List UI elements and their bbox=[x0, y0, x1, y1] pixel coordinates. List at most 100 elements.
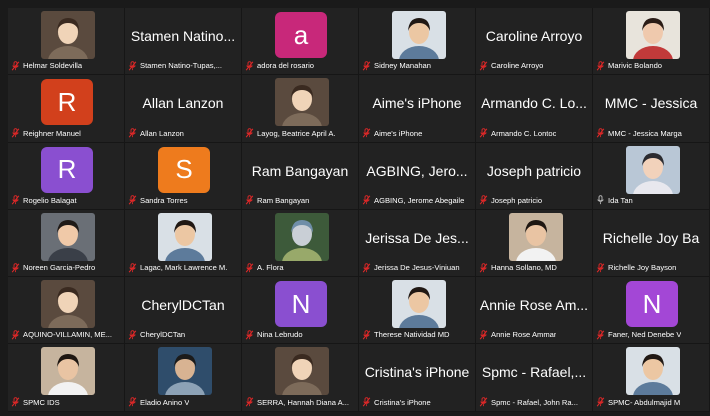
participant-tile[interactable]: Jerissa De Jes... Jerissa De Jesus-Viniua… bbox=[359, 209, 476, 278]
participant-display-name: Aime's iPhone bbox=[372, 95, 462, 112]
participant-name: Caroline Arroyo bbox=[491, 61, 544, 71]
participant-name: Joseph patricio bbox=[491, 195, 543, 205]
participant-tile[interactable]: Allan Lanzon Allan Lanzon bbox=[125, 75, 242, 143]
participant-tile[interactable]: Armando C. Lo... Armando C. Lontoc bbox=[476, 75, 593, 143]
participant-label: SPMC- Abdulmajid M bbox=[593, 397, 709, 408]
participant-tile[interactable]: Spmc - Rafael,... Spmc - Rafael, John Ra.… bbox=[476, 344, 593, 412]
participant-tile[interactable]: A. Flora bbox=[242, 209, 359, 278]
participant-display-name: Caroline Arroyo bbox=[485, 28, 583, 44]
participant-video bbox=[392, 280, 446, 329]
participant-label: Ida Tan bbox=[593, 195, 709, 206]
participant-tile[interactable]: Ida Tan bbox=[593, 142, 710, 210]
participant-name: Ram Bangayan bbox=[257, 195, 310, 205]
mic-muted-icon bbox=[362, 397, 371, 407]
participant-tile[interactable]: SPMC- Abdulmajid M bbox=[593, 344, 710, 412]
participant-label: Aime's iPhone bbox=[359, 128, 475, 139]
participant-video bbox=[275, 212, 329, 261]
participant-name: SERRA, Hannah Diana A... bbox=[257, 397, 350, 407]
mic-muted-icon bbox=[128, 397, 137, 407]
participant-display-name: Armando C. Lo... bbox=[481, 95, 587, 112]
participant-name: AGBING, Jerome Abegaile bbox=[374, 195, 465, 205]
mic-muted-icon bbox=[479, 128, 488, 138]
participant-display-name: AGBING, Jero... bbox=[366, 162, 468, 179]
participant-video bbox=[275, 347, 329, 396]
participant-tile[interactable]: Hanna Sollano, MD bbox=[476, 209, 593, 278]
participant-label: Therese Natividad MD bbox=[359, 329, 475, 340]
mic-muted-icon bbox=[362, 195, 371, 205]
mic-muted-icon bbox=[245, 330, 254, 340]
participant-label: Hanna Sollano, MD bbox=[476, 262, 592, 273]
participant-tile[interactable]: Sidney Manahan bbox=[359, 8, 476, 76]
participant-tile[interactable]: S Sandra Torres bbox=[125, 142, 242, 210]
mic-muted-icon bbox=[245, 195, 254, 205]
participant-label: adora del rosario bbox=[242, 60, 358, 71]
participant-avatar: N bbox=[626, 281, 678, 328]
participant-tile[interactable]: Marivic Bolando bbox=[593, 8, 710, 76]
participant-video bbox=[275, 78, 329, 127]
participant-tile[interactable]: N Nina Lebrudo bbox=[242, 277, 359, 345]
participant-tile[interactable]: SPMC IDS bbox=[8, 344, 125, 412]
participant-tile[interactable]: AGBING, Jero... AGBING, Jerome Abegaile bbox=[359, 142, 476, 210]
participant-name: Cristina's iPhone bbox=[374, 397, 431, 407]
mic-muted-icon bbox=[362, 61, 371, 71]
mic-muted-icon bbox=[11, 61, 20, 71]
participant-video bbox=[626, 11, 680, 59]
mic-muted-icon bbox=[11, 128, 20, 138]
mic-icon bbox=[597, 195, 604, 205]
participant-name: Reighner Manuel bbox=[23, 128, 81, 138]
participant-tile[interactable]: CherylDCTan CherylDCTan bbox=[125, 277, 242, 345]
participant-display-name: Jerissa De Jes... bbox=[365, 229, 469, 246]
participant-tile[interactable]: Richelle Joy Ba Richelle Joy Bayson bbox=[593, 209, 710, 278]
participant-tile[interactable]: R Rogelio Balagat bbox=[8, 142, 125, 210]
participant-tile[interactable]: SERRA, Hannah Diana A... bbox=[242, 344, 359, 412]
participant-label: Annie Rose Ammar bbox=[476, 329, 592, 340]
mic-muted-icon bbox=[245, 262, 254, 273]
participant-label: Rogelio Balagat bbox=[8, 195, 124, 206]
participant-label: A. Flora bbox=[242, 262, 358, 273]
participant-tile[interactable]: Therese Natividad MD bbox=[359, 277, 476, 345]
participant-display-name: Richelle Joy Ba bbox=[602, 229, 700, 246]
participant-avatar: S bbox=[158, 146, 210, 193]
participant-tile[interactable]: AQUINO-VILLAMIN, ME... bbox=[8, 277, 125, 345]
participant-tile[interactable]: Aime's iPhone Aime's iPhone bbox=[359, 75, 476, 143]
participant-label: Spmc - Rafael, John Ra... bbox=[476, 397, 592, 408]
participant-tile[interactable]: Layog, Beatrice April A. bbox=[242, 75, 359, 143]
participant-display-name: Ram Bangayan bbox=[251, 162, 349, 179]
participant-name: Jerissa De Jesus-Viniuan bbox=[374, 263, 460, 273]
participant-name: Armando C. Lontoc bbox=[491, 128, 557, 138]
participant-label: Reighner Manuel bbox=[8, 128, 124, 139]
participant-tile[interactable]: Eladio Anino V bbox=[125, 344, 242, 412]
participant-tile[interactable]: a adora del rosario bbox=[242, 8, 359, 76]
participant-name: Rogelio Balagat bbox=[23, 195, 77, 205]
participant-video bbox=[626, 145, 680, 194]
participant-name: Therese Natividad MD bbox=[374, 330, 450, 340]
participant-display-name: Stamen Natino... bbox=[130, 28, 236, 44]
participant-tile[interactable]: R Reighner Manuel bbox=[8, 75, 125, 143]
participant-video bbox=[41, 11, 95, 59]
participant-tile[interactable]: MMC - Jessica MMC - Jessica Marga bbox=[593, 75, 710, 143]
participant-tile[interactable]: Lagac, Mark Lawrence M. bbox=[125, 209, 242, 278]
participant-label: Faner, Ned Denebe V bbox=[593, 329, 709, 340]
participant-name: SPMC- Abdulmajid M bbox=[608, 397, 681, 407]
participant-display-name: Annie Rose Am... bbox=[479, 297, 589, 314]
participant-tile[interactable]: Caroline Arroyo Caroline Arroyo bbox=[476, 8, 593, 76]
participant-name: AQUINO-VILLAMIN, ME... bbox=[23, 330, 113, 340]
mic-muted-icon bbox=[245, 128, 254, 138]
participant-name: Allan Lanzon bbox=[140, 128, 184, 138]
participant-tile[interactable]: Noreen Garcia-Pedro bbox=[8, 209, 125, 278]
participant-tile[interactable]: Annie Rose Am... Annie Rose Ammar bbox=[476, 277, 593, 345]
participant-name: adora del rosario bbox=[257, 61, 314, 71]
participant-tile[interactable]: Stamen Natino... Stamen Natino-Tupas,... bbox=[125, 8, 242, 76]
participant-tile[interactable]: Joseph patricio Joseph patricio bbox=[476, 142, 593, 210]
participant-video bbox=[626, 347, 680, 396]
participant-name: Noreen Garcia-Pedro bbox=[23, 263, 96, 273]
participant-name: Stamen Natino-Tupas,... bbox=[140, 61, 223, 71]
participant-tile[interactable]: N Faner, Ned Denebe V bbox=[593, 277, 710, 345]
participant-tile[interactable]: Ram Bangayan Ram Bangayan bbox=[242, 142, 359, 210]
participant-tile[interactable]: Helmar Soldevilla bbox=[8, 8, 125, 76]
participant-label: Armando C. Lontoc bbox=[476, 128, 592, 139]
participant-label: Noreen Garcia-Pedro bbox=[8, 262, 124, 273]
participant-label: Lagac, Mark Lawrence M. bbox=[125, 262, 241, 273]
participant-display-name: Cristina's iPhone bbox=[364, 364, 470, 381]
participant-tile[interactable]: Cristina's iPhone Cristina's iPhone bbox=[359, 344, 476, 412]
